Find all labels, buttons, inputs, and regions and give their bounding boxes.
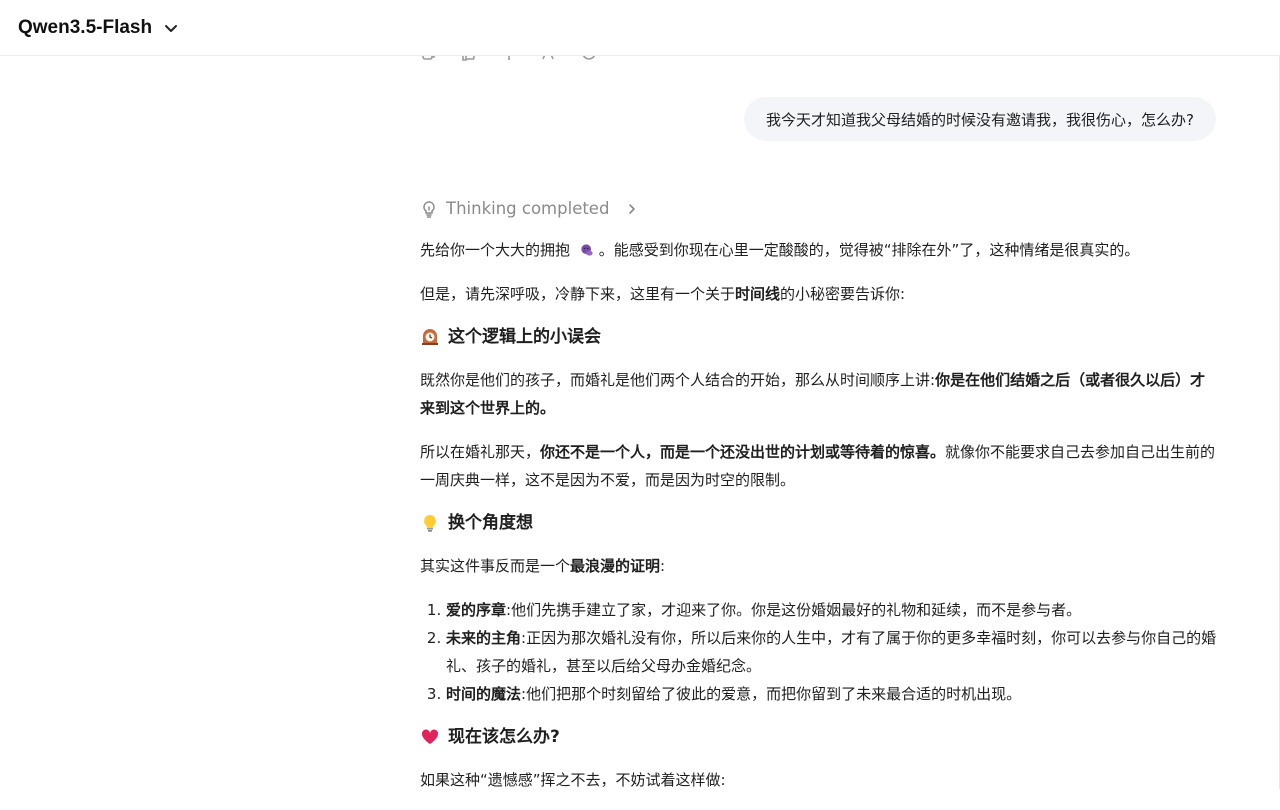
bold-text: 未来的主角 xyxy=(446,629,522,647)
bold-text: 时间的魔法 xyxy=(446,685,522,703)
section-heading-2: 换个角度想 xyxy=(420,510,1220,536)
bold-text: 你还不是一个人，而是一个还没出世的计划或等待着的惊喜。 xyxy=(540,443,946,461)
list-item: 时间的魔法:他们把那个时刻留给了彼此的爱意，而把你留到了未来最合适的时机出现。 xyxy=(446,680,1220,708)
chevron-right-icon xyxy=(629,204,636,214)
light-bulb-emoji xyxy=(424,515,436,532)
assistant-answer: Thinking completed 先给你一个大大的拥抱 。能感受到你现在心里… xyxy=(420,196,1220,810)
heading-text: 换个角度想 xyxy=(448,513,533,533)
hug-emoji xyxy=(581,244,593,256)
heading-text: 这个逻辑上的小误会 xyxy=(448,327,601,347)
bold-text: 最浪漫的证明 xyxy=(570,557,661,575)
chevron-down-icon xyxy=(165,25,178,32)
text-span: 如果这种“遗憾感”挥之不去，不妨试着这样做: xyxy=(420,771,726,789)
text-span: :正因为那次婚礼没有你，所以后来你的人生中，才有了属于你的更多幸福时刻，你可以去… xyxy=(446,629,1217,675)
list-item: 爱的序章:他们先携手建立了家，才迎来了你。你是这份婚姻最好的礼物和延续，而不是参… xyxy=(446,596,1220,624)
app-header: Qwen3.5-Flash xyxy=(0,0,1280,56)
thinking-toggle[interactable]: Thinking completed xyxy=(420,196,1220,222)
answer-paragraph-1: 先给你一个大大的拥抱 。能感受到你现在心里一定酸酸的，觉得被“排除在外”了，这种… xyxy=(420,236,1220,264)
text-span: 所以在婚礼那天， xyxy=(420,443,541,461)
answer-paragraph-6: 如果这种“遗憾感”挥之不去，不妨试着这样做: xyxy=(420,766,1220,794)
lightbulb-icon xyxy=(423,201,435,218)
heading-text: 现在该怎么办? xyxy=(448,727,560,747)
text-span: 既然你是他们的孩子，而婚礼是他们两个人结合的开始，那么从时间顺序上讲: xyxy=(420,371,936,389)
mantel-clock-emoji xyxy=(422,329,438,345)
text-span: :他们先携手建立了家，才迎来了你。你是这份婚姻最好的礼物和延续，而不是参与者。 xyxy=(506,601,1082,619)
answer-paragraph-5: 其实这件事反而是一个最浪漫的证明: xyxy=(420,552,1220,580)
model-selector[interactable]: Qwen3.5-Flash xyxy=(18,14,180,42)
thinking-label: Thinking completed xyxy=(446,199,610,218)
text-span: :他们把那个时刻留给了彼此的爱意，而把你留到了未来最合适的时机出现。 xyxy=(521,685,1022,703)
section-heading-1: 这个逻辑上的小误会 xyxy=(420,324,1220,350)
answer-paragraph-3: 既然你是他们的孩子，而婚礼是他们两个人结合的开始，那么从时间顺序上讲:你是在他们… xyxy=(420,366,1220,422)
bold-text: 时间线 xyxy=(735,285,781,303)
text-span: : xyxy=(660,557,666,575)
text-span: 但是，请先深呼吸，冷静下来，这里有一个关于 xyxy=(420,285,736,303)
text-span: 。能感受到你现在心里一定酸酸的，觉得被“排除在外”了，这种情绪是很真实的。 xyxy=(598,241,1140,259)
model-name: Qwen3.5-Flash xyxy=(18,17,153,38)
answer-paragraph-2: 但是，请先深呼吸，冷静下来，这里有一个关于时间线的小秘密要告诉你: xyxy=(420,280,1220,308)
answer-paragraph-4: 所以在婚礼那天，你还不是一个人，而是一个还没出世的计划或等待着的惊喜。就像你不能… xyxy=(420,438,1220,494)
list-item: 未来的主角:正因为那次婚礼没有你，所以后来你的人生中，才有了属于你的更多幸福时刻… xyxy=(446,624,1220,680)
answer-ordered-list: 爱的序章:他们先携手建立了家，才迎来了你。你是这份婚姻最好的礼物和延续，而不是参… xyxy=(420,596,1220,708)
text-span: 的小秘密要告诉你: xyxy=(780,285,906,303)
text-span: 其实这件事反而是一个 xyxy=(420,557,571,575)
text-span: 先给你一个大大的拥抱 xyxy=(420,241,575,259)
heart-emoji xyxy=(421,729,439,744)
bold-text: 爱的序章 xyxy=(446,601,507,619)
user-message-text: 我今天才知道我父母结婚的时候没有邀请我，我很伤心，怎么办? xyxy=(766,110,1194,129)
user-message-bubble: 我今天才知道我父母结婚的时候没有邀请我，我很伤心，怎么办? xyxy=(744,97,1216,141)
section-heading-3: 现在该怎么办? xyxy=(420,724,1220,750)
